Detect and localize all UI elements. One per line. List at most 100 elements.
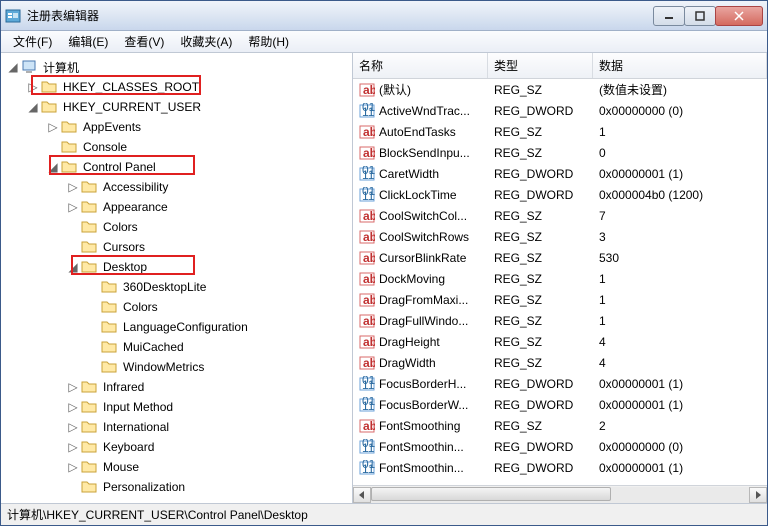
tree-appearance[interactable]: ▷Appearance	[1, 197, 352, 217]
scroll-thumb[interactable]	[371, 487, 611, 501]
tree-personalization[interactable]: Personalization	[1, 477, 352, 497]
tree-controlpanel-label: Control Panel	[81, 159, 158, 175]
tree-colors[interactable]: Colors	[1, 217, 352, 237]
menubar: 文件(F) 编辑(E) 查看(V) 收藏夹(A) 帮助(H)	[1, 31, 767, 53]
tree-colors-label: Colors	[101, 219, 140, 235]
value-row[interactable]: 011110FontSmoothin...REG_DWORD0x00000001…	[353, 457, 767, 478]
tree-muicached[interactable]: MuiCached	[1, 337, 352, 357]
tree-winmetrics[interactable]: WindowMetrics	[1, 357, 352, 377]
svg-text:ab: ab	[363, 125, 375, 139]
svg-text:ab: ab	[363, 230, 375, 244]
tree-desktoplite[interactable]: 360DesktopLite	[1, 277, 352, 297]
value-row[interactable]: 011110FocusBorderW...REG_DWORD0x00000001…	[353, 394, 767, 415]
value-name-cell: 011110FocusBorderW...	[353, 397, 488, 413]
value-row[interactable]: abAutoEndTasksREG_SZ1	[353, 121, 767, 142]
value-row[interactable]: abDragWidthREG_SZ4	[353, 352, 767, 373]
value-type-cell: REG_SZ	[488, 335, 593, 349]
list-header: 名称 类型 数据	[353, 53, 767, 79]
svg-text:ab: ab	[363, 293, 375, 307]
tree-infrared[interactable]: ▷Infrared	[1, 377, 352, 397]
window-title: 注册表编辑器	[27, 7, 654, 24]
scroll-track[interactable]	[371, 487, 749, 503]
tree-international[interactable]: ▷International	[1, 417, 352, 437]
tree-controlpanel[interactable]: ◢Control Panel	[1, 157, 352, 177]
value-row[interactable]: abFontSmoothingREG_SZ2	[353, 415, 767, 436]
tree-winmetrics-label: WindowMetrics	[121, 359, 206, 375]
tree-colors2[interactable]: Colors	[1, 297, 352, 317]
value-data-cell: 0x00000000 (0)	[593, 104, 767, 118]
value-row[interactable]: abDragHeightREG_SZ4	[353, 331, 767, 352]
maximize-button[interactable]	[684, 6, 716, 26]
value-row[interactable]: abCursorBlinkRateREG_SZ530	[353, 247, 767, 268]
svg-text:ab: ab	[363, 419, 375, 433]
value-data-cell: 3	[593, 230, 767, 244]
value-name-cell: 011110ClickLockTime	[353, 187, 488, 203]
tree-appevents[interactable]: ▷AppEvents	[1, 117, 352, 137]
tree-hkcr[interactable]: ▷HKEY_CLASSES_ROOT	[1, 77, 352, 97]
value-type-cell: REG_SZ	[488, 419, 593, 433]
value-name-cell: 011110FontSmoothin...	[353, 439, 488, 455]
value-row[interactable]: abDockMovingREG_SZ1	[353, 268, 767, 289]
menu-edit[interactable]: 编辑(E)	[60, 31, 116, 52]
col-header-name[interactable]: 名称	[353, 53, 488, 78]
col-header-type[interactable]: 类型	[488, 53, 593, 78]
tree-console[interactable]: Console	[1, 137, 352, 157]
value-data-cell: 0x000004b0 (1200)	[593, 188, 767, 202]
menu-view[interactable]: 查看(V)	[116, 31, 172, 52]
menu-favorites[interactable]: 收藏夹(A)	[172, 31, 240, 52]
titlebar[interactable]: 注册表编辑器	[1, 1, 767, 31]
tree-desktop[interactable]: ◢Desktop	[1, 257, 352, 277]
minimize-button[interactable]	[653, 6, 685, 26]
value-type-cell: REG_SZ	[488, 272, 593, 286]
tree-inputmethod[interactable]: ▷Input Method	[1, 397, 352, 417]
window-controls	[654, 6, 763, 26]
scroll-right-button[interactable]	[749, 487, 767, 503]
value-type-cell: REG_DWORD	[488, 188, 593, 202]
list-body[interactable]: ab(默认)REG_SZ(数值未设置)011110ActiveWndTrac..…	[353, 79, 767, 485]
tree-keyboard[interactable]: ▷Keyboard	[1, 437, 352, 457]
value-row[interactable]: 011110ClickLockTimeREG_DWORD0x000004b0 (…	[353, 184, 767, 205]
tree-pane[interactable]: ◢计算机▷HKEY_CLASSES_ROOT◢HKEY_CURRENT_USER…	[1, 53, 353, 503]
menu-file[interactable]: 文件(F)	[5, 31, 60, 52]
status-path: 计算机\HKEY_CURRENT_USER\Control Panel\Desk…	[7, 506, 308, 523]
value-name-cell: ab(默认)	[353, 81, 488, 98]
horizontal-scrollbar[interactable]	[353, 485, 767, 503]
value-row[interactable]: abCoolSwitchRowsREG_SZ3	[353, 226, 767, 247]
tree-langconf[interactable]: LanguageConfiguration	[1, 317, 352, 337]
statusbar: 计算机\HKEY_CURRENT_USER\Control Panel\Desk…	[1, 503, 767, 525]
value-data-cell: 2	[593, 419, 767, 433]
value-row[interactable]: 011110FontSmoothin...REG_DWORD0x00000000…	[353, 436, 767, 457]
value-type-cell: REG_DWORD	[488, 461, 593, 475]
close-button[interactable]	[715, 6, 763, 26]
value-type-cell: REG_SZ	[488, 83, 593, 97]
tree-langconf-label: LanguageConfiguration	[121, 319, 250, 335]
col-header-data[interactable]: 数据	[593, 53, 767, 78]
tree-desktoplite-label: 360DesktopLite	[121, 279, 208, 295]
value-type-cell: REG_DWORD	[488, 440, 593, 454]
tree-infrared-label: Infrared	[101, 379, 146, 395]
scroll-left-button[interactable]	[353, 487, 371, 503]
value-row[interactable]: 011110CaretWidthREG_DWORD0x00000001 (1)	[353, 163, 767, 184]
tree-cursors-label: Cursors	[101, 239, 147, 255]
tree-personalization-label: Personalization	[101, 479, 187, 495]
tree-appearance-label: Appearance	[101, 199, 170, 215]
value-row[interactable]: 011110ActiveWndTrac...REG_DWORD0x0000000…	[353, 100, 767, 121]
value-row[interactable]: ab(默认)REG_SZ(数值未设置)	[353, 79, 767, 100]
value-row[interactable]: 011110FocusBorderH...REG_DWORD0x00000001…	[353, 373, 767, 394]
tree-root[interactable]: ◢计算机	[1, 57, 352, 77]
tree-mouse[interactable]: ▷Mouse	[1, 457, 352, 477]
value-row[interactable]: abCoolSwitchCol...REG_SZ7	[353, 205, 767, 226]
menu-help[interactable]: 帮助(H)	[240, 31, 297, 52]
value-data-cell: 0	[593, 146, 767, 160]
svg-text:110: 110	[362, 441, 375, 455]
content-area: ◢计算机▷HKEY_CLASSES_ROOT◢HKEY_CURRENT_USER…	[1, 53, 767, 503]
value-type-cell: REG_SZ	[488, 251, 593, 265]
tree-accessibility[interactable]: ▷Accessibility	[1, 177, 352, 197]
value-row[interactable]: abDragFullWindo...REG_SZ1	[353, 310, 767, 331]
tree-colors2-label: Colors	[121, 299, 160, 315]
value-name-cell: 011110FontSmoothin...	[353, 460, 488, 476]
tree-hkcu[interactable]: ◢HKEY_CURRENT_USER	[1, 97, 352, 117]
tree-cursors[interactable]: Cursors	[1, 237, 352, 257]
value-row[interactable]: abBlockSendInpu...REG_SZ0	[353, 142, 767, 163]
value-row[interactable]: abDragFromMaxi...REG_SZ1	[353, 289, 767, 310]
